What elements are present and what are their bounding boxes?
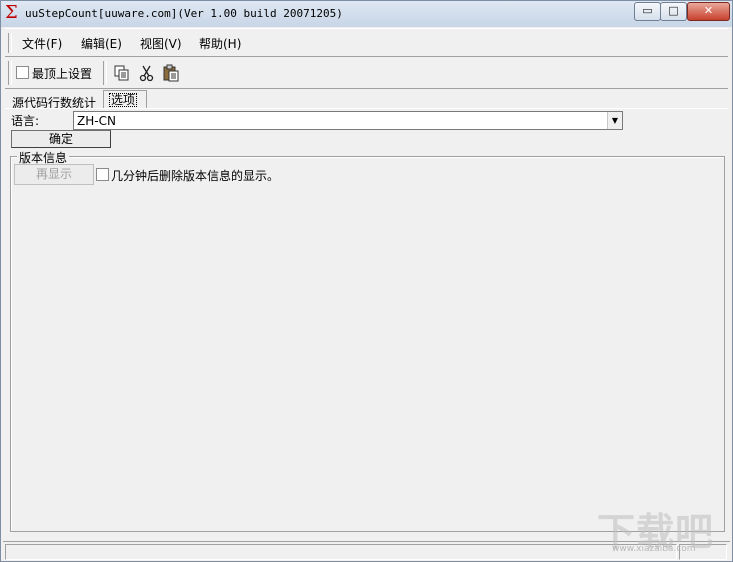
language-value: ZH-CN: [77, 114, 116, 128]
menu-help[interactable]: 帮助(H): [199, 35, 241, 52]
topmost-label: 最顶上设置: [32, 67, 93, 81]
toolbar-separator: [103, 61, 107, 85]
window-title: uuStepCount[uuware.com](Ver 1.00 build 2…: [25, 7, 343, 20]
close-button[interactable]: ✕: [687, 2, 730, 21]
maximize-button[interactable]: □: [660, 2, 687, 21]
language-select[interactable]: ZH-CN ▼: [73, 111, 623, 130]
status-panel-main: [5, 544, 677, 560]
redisplay-button[interactable]: 再显示: [14, 164, 94, 185]
copy-icon[interactable]: [113, 64, 131, 82]
minimize-button[interactable]: ▭: [634, 2, 661, 21]
toolbar-grip: [8, 61, 12, 85]
app-window: Σ uuStepCount[uuware.com](Ver 1.00 build…: [0, 0, 733, 562]
version-info-group: [10, 156, 725, 532]
tab-options-label: 选项: [109, 93, 138, 107]
chevron-down-icon[interactable]: ▼: [607, 112, 622, 129]
hide-version-label: 几分钟后删除版本信息的显示。: [111, 169, 280, 183]
tab-options[interactable]: 选项: [103, 90, 147, 108]
paste-icon[interactable]: [162, 64, 180, 82]
toolbar: 最顶上设置: [5, 57, 728, 89]
cut-icon[interactable]: [138, 64, 156, 82]
menu-grip: [8, 33, 12, 53]
sigma-icon: Σ: [5, 2, 18, 23]
topmost-checkbox[interactable]: [16, 66, 29, 79]
menu-bar: 文件(F) 编辑(E) 视图(V) 帮助(H): [5, 28, 728, 57]
watermark-url: www.xiazaiba.com: [612, 544, 696, 554]
menu-file[interactable]: 文件(F): [22, 35, 62, 52]
menu-edit[interactable]: 编辑(E): [81, 35, 122, 52]
hide-version-checkbox[interactable]: [96, 168, 109, 181]
language-label: 语言:: [11, 114, 40, 128]
menu-view[interactable]: 视图(V): [140, 35, 182, 52]
ok-button[interactable]: 确定: [11, 130, 111, 148]
title-bar[interactable]: Σ uuStepCount[uuware.com](Ver 1.00 build…: [1, 1, 732, 27]
